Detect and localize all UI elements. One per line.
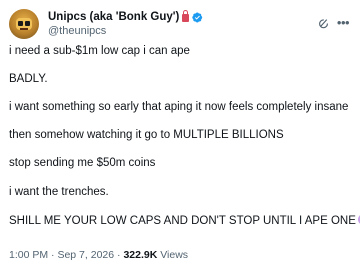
tweet-paragraph: stop sending me $50m coins <box>9 157 156 169</box>
tweet-date[interactable]: Sep 7, 2026 <box>57 249 114 261</box>
avatar[interactable] <box>9 9 39 39</box>
avatar-eye-left <box>18 21 23 26</box>
more-options-icon[interactable]: ••• <box>336 16 350 30</box>
tweet-paragraph: i need a sub-$1m low cap i can ape <box>9 45 190 57</box>
verified-badge-icon <box>192 12 203 22</box>
tweet-paragraph-text: SHILL ME YOUR LOW CAPS AND DON'T STOP UN… <box>9 215 356 227</box>
avatar-mouth <box>20 28 28 30</box>
tweet-paragraph: i want something so early that aping it … <box>9 101 349 113</box>
author-handle[interactable]: @theunipcs <box>48 25 203 37</box>
tweet-paragraph: then somehow watching it go to MULTIPLE … <box>9 129 284 141</box>
tweet-paragraph: BADLY. <box>9 73 48 85</box>
tweet-paragraph: i want the trenches. <box>9 186 109 198</box>
tweet-time[interactable]: 1:00 PM <box>9 249 48 261</box>
tweet-card: Unipcs (aka 'Bonk Guy') @theunipcs ••• i… <box>0 0 360 273</box>
tweet-paragraph-last: SHILL ME YOUR LOW CAPS AND DON'T STOP UN… <box>9 214 360 228</box>
views-label: Views <box>160 249 189 261</box>
avatar-eye-right <box>25 21 30 26</box>
lock-icon <box>182 10 190 22</box>
display-name-row: Unipcs (aka 'Bonk Guy') <box>48 10 203 24</box>
meta-separator: · <box>117 249 121 261</box>
author-names: Unipcs (aka 'Bonk Guy') @theunipcs <box>48 10 203 37</box>
display-name[interactable]: Unipcs (aka 'Bonk Guy') <box>48 11 179 23</box>
tweet-meta: 1:00 PM · Sep 7, 2026 · 322.9K Views <box>9 249 188 261</box>
views-count: 322.9K <box>123 249 158 261</box>
tweet-header: Unipcs (aka 'Bonk Guy') @theunipcs ••• <box>9 9 352 39</box>
grok-icon[interactable] <box>317 17 330 30</box>
meta-separator: · <box>51 249 55 261</box>
